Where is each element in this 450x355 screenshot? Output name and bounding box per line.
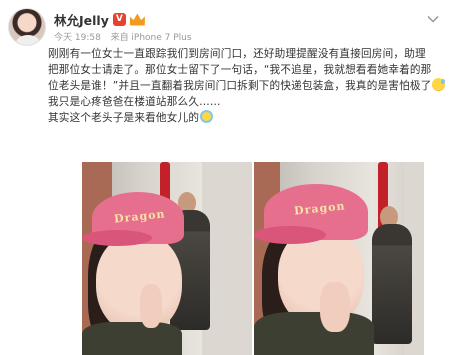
crown-icon (129, 13, 145, 26)
post-meta: 今天 19:58 来自 iPhone 7 Plus (54, 30, 192, 43)
flower-emoji-icon (200, 110, 214, 123)
post-text-line: 位老头是谁！”并且一直翻着我房间门口拆剩下的快递包装盒，我真的是害怕极了 (48, 78, 446, 94)
post-source: 来自 iPhone 7 Plus (110, 33, 192, 43)
post-photo[interactable]: Dragon (254, 162, 424, 355)
post-text: 刚刚有一位女士一直跟踪我们到房间门口，还好助理提醒没有直接回房间，助理 把那位女… (48, 46, 446, 126)
post-text-line: 把那位女士请走了。那位女士留下了一句话，“我不追星，我就想看看她幸着的那 (48, 64, 432, 76)
sweat-emoji-icon (432, 78, 446, 91)
post-text-line: 刚刚有一位女士一直跟踪我们到房间门口，还好助理提醒没有直接回房间，助理 (48, 48, 426, 60)
post-text-line: 其实这个老头子是来看他女儿的 (48, 110, 442, 126)
username[interactable]: 林允Jelly (54, 10, 109, 29)
avatar[interactable] (8, 8, 46, 46)
verified-badge-icon: V (112, 13, 126, 26)
post-header: 林允Jelly V 今天 19:58 来自 iPhone 7 Plus (6, 6, 444, 50)
post-timestamp[interactable]: 今天 19:58 (54, 33, 101, 43)
post-photo[interactable]: Dragon (82, 162, 252, 355)
chevron-down-icon[interactable] (426, 12, 440, 26)
photo-grid: Dragon Dragon (48, 162, 442, 355)
post-text-line: 我只是心疼爸爸在楼道站那么久…… (48, 96, 221, 108)
name-row: 林允Jelly V (54, 10, 145, 29)
